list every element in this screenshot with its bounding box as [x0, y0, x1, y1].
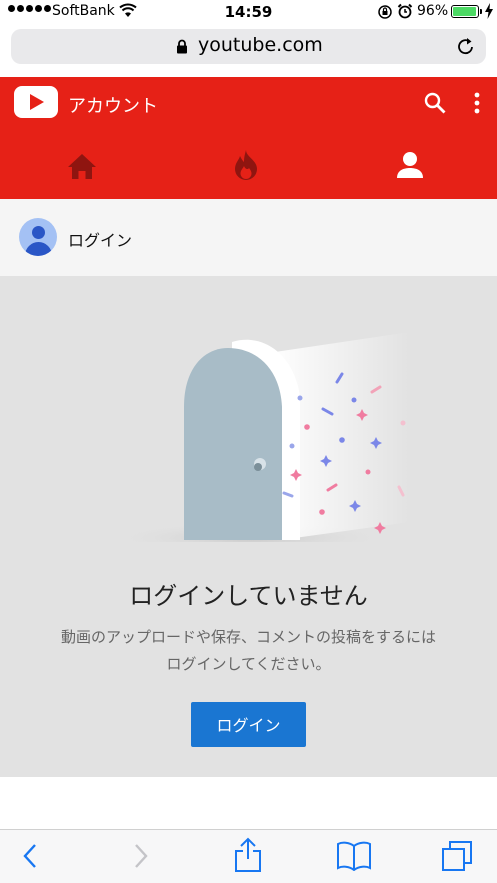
- charging-icon: [485, 3, 493, 19]
- trending-icon[interactable]: [233, 149, 259, 181]
- description-line-1: 動画のアップロードや保存、コメントの投稿をするには: [60, 628, 436, 646]
- status-bar: SoftBank 14:59 96%: [0, 0, 497, 24]
- battery-tip: [480, 9, 482, 14]
- page-title: アカウント: [68, 96, 158, 117]
- back-icon[interactable]: [22, 842, 38, 870]
- share-icon[interactable]: [234, 837, 262, 873]
- login-button[interactable]: ログイン: [191, 702, 306, 747]
- reload-icon[interactable]: [457, 37, 475, 56]
- alarm-icon: [397, 3, 413, 19]
- login-row-label: ログイン: [68, 231, 133, 250]
- avatar-body: [25, 242, 52, 256]
- description-line-2: ログインしてください。: [166, 655, 331, 673]
- signed-out-panel: ログインしていません 動画のアップロードや保存、コメントの投稿をするには ログイ…: [0, 276, 497, 777]
- browser-toolbar: [0, 829, 497, 883]
- more-options-icon[interactable]: [473, 92, 481, 114]
- home-icon[interactable]: [67, 153, 97, 180]
- account-icon[interactable]: [396, 151, 424, 179]
- login-row[interactable]: ログイン: [0, 199, 497, 276]
- rotation-lock-icon: [378, 5, 392, 19]
- avatar-head: [32, 226, 45, 239]
- url-text: youtube.com: [198, 34, 323, 56]
- tabs-icon[interactable]: [441, 840, 473, 872]
- door-illustration: [120, 332, 410, 542]
- youtube-logo-icon[interactable]: [14, 86, 58, 118]
- app-header: アカウント: [0, 77, 497, 199]
- address-bar[interactable]: youtube.com: [11, 29, 486, 64]
- signed-out-description: 動画のアップロードや保存、コメントの投稿をするには ログインしてください。: [20, 624, 477, 678]
- lock-icon: [177, 39, 187, 54]
- avatar-icon: [19, 218, 57, 256]
- battery-level: [453, 7, 477, 16]
- forward-icon[interactable]: [133, 842, 149, 870]
- search-icon[interactable]: [423, 91, 447, 115]
- battery-percent: 96%: [417, 3, 449, 19]
- bookmarks-icon[interactable]: [337, 841, 371, 871]
- battery-icon: [451, 5, 479, 18]
- play-triangle: [30, 94, 44, 110]
- signed-out-heading: ログインしていません: [129, 582, 368, 610]
